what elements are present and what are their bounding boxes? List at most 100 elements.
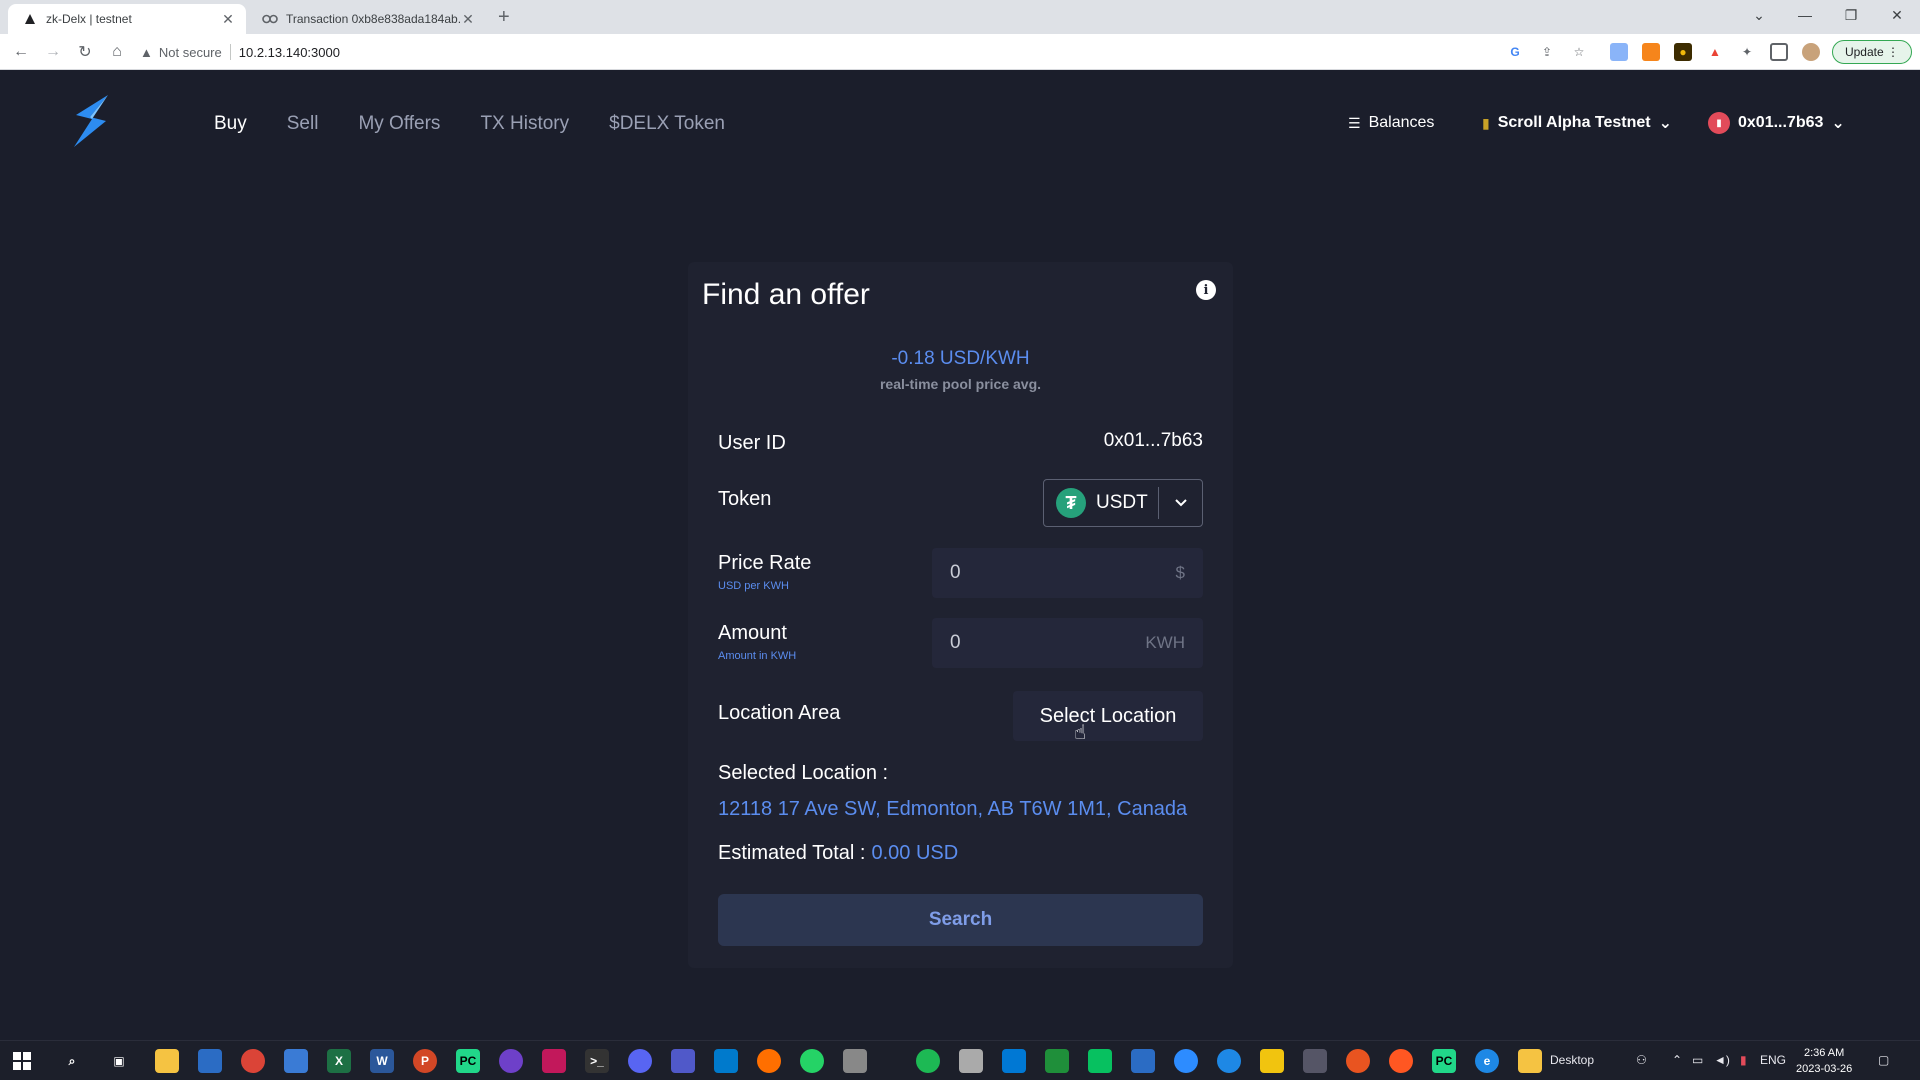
pycharm-icon[interactable]: PC: [456, 1049, 480, 1073]
brave-extension-icon[interactable]: ▲: [1706, 43, 1724, 61]
app-icon[interactable]: [843, 1049, 867, 1073]
edge-icon[interactable]: e: [1475, 1049, 1499, 1073]
close-tab-icon[interactable]: ✕: [220, 11, 236, 28]
back-icon[interactable]: ←: [10, 41, 32, 63]
amount-sub: Amount in KWH: [718, 650, 797, 662]
close-tab-icon[interactable]: ✕: [460, 11, 476, 28]
bookmark-star-icon[interactable]: ☆: [1570, 43, 1588, 61]
network-selector[interactable]: ▮ Scroll Alpha Testnet ⌄: [1482, 108, 1672, 138]
app-icon[interactable]: [198, 1049, 222, 1073]
amount-label: Amount: [718, 622, 787, 644]
excel-icon[interactable]: X: [327, 1049, 351, 1073]
profile-avatar[interactable]: [1802, 43, 1820, 61]
puzzle-extensions-icon[interactable]: ✦: [1738, 43, 1756, 61]
nav-buy[interactable]: Buy: [214, 113, 247, 135]
tab-transaction[interactable]: Transaction 0xb8e838ada184ab... ✕: [248, 4, 486, 34]
volume-icon[interactable]: ◄): [1714, 1053, 1730, 1067]
token-label: Token: [718, 488, 772, 510]
app-icon[interactable]: [1002, 1049, 1026, 1073]
wechat-icon[interactable]: [1088, 1049, 1112, 1073]
google-icon[interactable]: G: [1506, 43, 1524, 61]
balances-label: Balances: [1368, 114, 1435, 131]
side-panel-icon[interactable]: [1770, 43, 1788, 61]
desktop-label[interactable]: Desktop: [1550, 1053, 1594, 1067]
clock[interactable]: 2:36 AM 2023-03-26: [1796, 1045, 1852, 1077]
zoom-icon[interactable]: [1174, 1049, 1198, 1073]
app-icon[interactable]: [959, 1049, 983, 1073]
notifications-icon[interactable]: ▢: [1878, 1053, 1889, 1067]
app-icon[interactable]: [542, 1049, 566, 1073]
app-icon[interactable]: [1389, 1049, 1413, 1073]
task-view-icon[interactable]: ▣: [107, 1049, 131, 1073]
nav-tx-history[interactable]: TX History: [480, 113, 569, 135]
coins-stack-icon: ☰: [1348, 114, 1361, 131]
search-icon[interactable]: ⌕: [60, 1049, 84, 1073]
app-icon[interactable]: [1260, 1049, 1284, 1073]
price-rate-field[interactable]: $: [932, 548, 1203, 598]
new-tab-icon[interactable]: +: [498, 6, 510, 29]
share-icon[interactable]: ⇪: [1538, 43, 1556, 61]
wallet-extension-icon[interactable]: ●: [1674, 43, 1692, 61]
chevron-down-icon: ⌄: [1658, 115, 1673, 132]
pycharm-icon[interactable]: PC: [1432, 1049, 1456, 1073]
app-favicon-icon: [22, 11, 38, 27]
tray-chevron-up-icon[interactable]: ⌃: [1672, 1053, 1682, 1067]
price-rate-input[interactable]: [950, 562, 1176, 584]
zk-delx-logo[interactable]: [70, 95, 112, 147]
ubuntu-icon[interactable]: [1346, 1049, 1370, 1073]
user-id-label: User ID: [718, 432, 786, 454]
update-label: Update: [1844, 45, 1884, 59]
amount-input[interactable]: [950, 632, 1146, 654]
app-icon[interactable]: [1045, 1049, 1069, 1073]
network-tray-icon[interactable]: ▭: [1692, 1053, 1703, 1067]
metamask-icon[interactable]: [1642, 43, 1660, 61]
app-icon[interactable]: [757, 1049, 781, 1073]
price-rate-label: Price Rate: [718, 552, 812, 574]
forward-icon[interactable]: →: [42, 41, 64, 63]
tray-app-icon[interactable]: ▮: [1740, 1053, 1747, 1067]
vscode-icon[interactable]: [714, 1049, 738, 1073]
windows-start-icon[interactable]: [10, 1049, 34, 1073]
nav-my-offers[interactable]: My Offers: [358, 113, 440, 135]
discord-icon[interactable]: [628, 1049, 652, 1073]
spotify-icon[interactable]: [916, 1049, 940, 1073]
app-icon[interactable]: [284, 1049, 308, 1073]
address-bar[interactable]: ▲ Not secure 10.2.13.140:3000: [140, 38, 1480, 66]
tab-zk-delx[interactable]: zk-Delx | testnet ✕: [8, 4, 246, 34]
github-icon[interactable]: [499, 1049, 523, 1073]
app-icon[interactable]: [1303, 1049, 1327, 1073]
language-indicator[interactable]: ENG: [1760, 1053, 1786, 1067]
close-window-icon[interactable]: ✕: [1874, 0, 1920, 30]
divider: [229, 44, 231, 60]
minimize-icon[interactable]: —: [1782, 0, 1828, 30]
search-button[interactable]: Search: [718, 894, 1203, 946]
amount-field[interactable]: KWH: [932, 618, 1203, 668]
price-rate-sub: USD per KWH: [718, 580, 789, 592]
info-icon[interactable]: i: [1196, 280, 1216, 300]
app-icon[interactable]: [1518, 1049, 1542, 1073]
balances-button[interactable]: ☰ Balances: [1348, 108, 1434, 138]
nav-delx-token[interactable]: $DELX Token: [609, 113, 725, 135]
whatsapp-icon[interactable]: [800, 1049, 824, 1073]
extension-icon[interactable]: [1610, 43, 1628, 61]
people-icon[interactable]: ⚇: [1636, 1053, 1647, 1067]
update-button[interactable]: Update ⋮: [1832, 40, 1912, 64]
reload-icon[interactable]: ↻: [74, 41, 96, 63]
powerpoint-icon[interactable]: P: [413, 1049, 437, 1073]
app-icon[interactable]: [1217, 1049, 1241, 1073]
teams-icon[interactable]: [671, 1049, 695, 1073]
nav-sell[interactable]: Sell: [287, 113, 319, 135]
chrome-icon[interactable]: [241, 1049, 265, 1073]
terminal-icon[interactable]: >_: [585, 1049, 609, 1073]
home-icon[interactable]: ⌂: [106, 41, 128, 63]
estimated-total: Estimated Total :0.00 USD: [718, 842, 958, 865]
token-select[interactable]: ₮ USDT: [1043, 479, 1203, 527]
word-icon[interactable]: W: [370, 1049, 394, 1073]
account-button[interactable]: ▮ 0x01...7b63 ⌄: [1708, 108, 1845, 138]
estimated-total-value: 0.00 USD: [871, 842, 959, 864]
file-explorer-icon[interactable]: [155, 1049, 179, 1073]
calendar-icon[interactable]: [1131, 1049, 1155, 1073]
tab-search-chevron-icon[interactable]: ⌄: [1736, 0, 1782, 30]
restore-icon[interactable]: ❐: [1828, 0, 1874, 30]
select-location-button[interactable]: Select Location: [1013, 691, 1203, 741]
